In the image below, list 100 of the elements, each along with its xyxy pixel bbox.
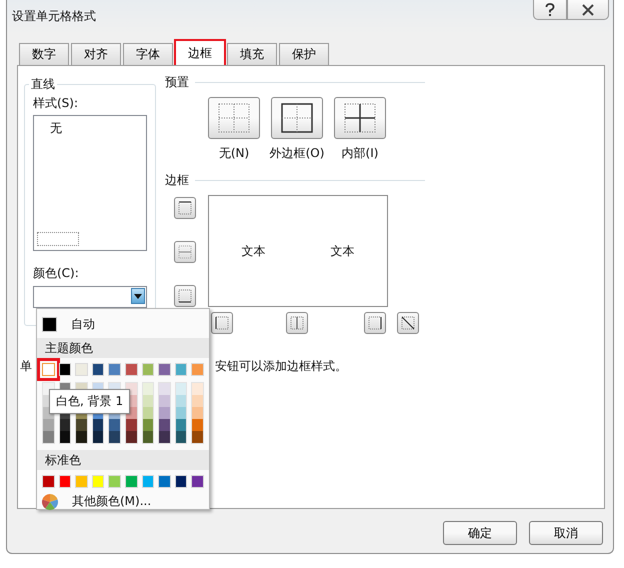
help-button[interactable] [533, 0, 567, 20]
color-swatch[interactable] [174, 363, 188, 376]
palette-section-title: 标准色 [37, 450, 209, 470]
color-swatch[interactable] [174, 475, 188, 488]
color-swatch[interactable] [142, 383, 154, 395]
border-bottom-icon [178, 289, 192, 303]
color-swatch[interactable] [159, 395, 170, 407]
group-title: 直线 [30, 76, 56, 93]
line-style-sample[interactable] [37, 232, 79, 246]
color-swatch[interactable] [159, 431, 170, 443]
color-swatch[interactable] [159, 419, 170, 431]
color-swatch[interactable] [60, 419, 70, 431]
inside-vertical-border-button[interactable] [286, 312, 308, 334]
color-swatch[interactable] [159, 383, 170, 395]
ok-button[interactable]: 确定 [443, 521, 517, 545]
window-title: 设置单元格格式 [12, 8, 96, 25]
color-swatch[interactable] [109, 419, 120, 431]
color-swatch[interactable] [76, 431, 87, 443]
border-left-icon [215, 316, 229, 330]
diagonal-line-icon [401, 316, 415, 330]
color-swatch[interactable] [124, 363, 138, 376]
preset-button[interactable] [271, 97, 323, 139]
more-colors-item[interactable]: 其他颜色(M)... [37, 491, 209, 512]
border-preview[interactable]: 文本 文本 [208, 195, 388, 307]
color-swatch[interactable] [142, 431, 154, 443]
color-swatch[interactable] [142, 395, 154, 407]
color-swatch[interactable] [192, 407, 203, 419]
color-swatch[interactable] [158, 475, 171, 488]
color-swatch[interactable] [43, 419, 54, 431]
border-center-icon [290, 316, 304, 330]
preset-button[interactable] [334, 97, 386, 139]
color-swatch[interactable] [92, 363, 104, 376]
color-swatch[interactable] [43, 431, 54, 443]
color-swatch[interactable] [142, 475, 154, 488]
color-swatch[interactable] [76, 419, 87, 431]
line-style-list[interactable]: 无 [33, 115, 147, 251]
line-style-option[interactable]: 无 [50, 120, 62, 137]
color-swatch[interactable] [75, 475, 88, 488]
color-swatch[interactable] [176, 383, 186, 395]
color-swatch[interactable] [126, 431, 137, 443]
color-swatch[interactable] [108, 475, 121, 488]
color-swatch[interactable] [92, 419, 104, 431]
close-icon [582, 4, 594, 16]
color-swatch[interactable] [159, 407, 170, 419]
color-label: 颜色(C): [33, 265, 80, 282]
border-right-icon [368, 316, 382, 330]
color-swatch[interactable] [108, 363, 121, 376]
preview-text: 文本 [330, 242, 354, 260]
color-swatch[interactable] [192, 383, 203, 395]
tooltip: 白色, 背景 1 [49, 389, 130, 414]
color-swatch[interactable] [75, 363, 88, 376]
preset-label: 内部(I) [342, 145, 378, 162]
tab[interactable]: 字体 [123, 43, 173, 65]
right-border-button[interactable] [364, 312, 386, 334]
section-title: 边框 [165, 172, 189, 189]
palette-section-title: 主题颜色 [37, 338, 209, 358]
hint-text: 安钮可以添加边框样式。 [215, 358, 347, 375]
bottom-border-button[interactable] [174, 285, 196, 307]
color-swatch[interactable] [60, 431, 70, 443]
left-border-button[interactable] [211, 312, 233, 334]
color-swatch[interactable] [176, 407, 186, 419]
diagonal-border-button[interactable] [397, 312, 419, 334]
color-swatch[interactable] [191, 475, 204, 488]
color-swatch[interactable] [142, 419, 154, 431]
color-swatch[interactable] [191, 363, 204, 376]
tab[interactable]: 保护 [279, 43, 329, 65]
color-swatch[interactable] [176, 395, 186, 407]
automatic-color-item[interactable]: 自动 [37, 313, 209, 335]
color-swatch[interactable] [126, 419, 137, 431]
color-swatch[interactable] [192, 431, 203, 443]
color-swatch[interactable] [124, 475, 138, 488]
close-button[interactable] [567, 0, 609, 20]
dropdown-arrow-button[interactable] [131, 288, 145, 304]
color-swatch[interactable] [158, 363, 171, 376]
border-middle-icon [178, 245, 192, 259]
preset-label: 无(N) [218, 145, 250, 162]
color-swatch[interactable] [192, 419, 203, 431]
color-swatch[interactable] [58, 363, 72, 376]
section-title: 预置 [165, 74, 189, 91]
color-swatch[interactable] [58, 475, 72, 488]
tab[interactable]: 数字 [19, 43, 69, 65]
color-swatch[interactable] [176, 419, 186, 431]
inside-horizontal-border-button[interactable] [174, 241, 196, 263]
cancel-button[interactable]: 取消 [529, 521, 603, 545]
color-swatch[interactable] [92, 431, 104, 443]
inside-border-icon [344, 103, 376, 133]
tab[interactable]: 对齐 [71, 43, 121, 65]
color-swatch[interactable] [109, 431, 120, 443]
color-swatch[interactable] [192, 395, 203, 407]
color-swatch[interactable] [142, 363, 154, 376]
outline-border-icon [281, 103, 313, 133]
tab[interactable]: 填充 [227, 43, 277, 65]
preview-text: 文本 [242, 242, 266, 260]
color-dropdown[interactable] [33, 286, 147, 308]
tab[interactable]: 边框 [175, 40, 225, 66]
color-swatch[interactable] [176, 431, 186, 443]
color-swatch[interactable] [142, 407, 154, 419]
top-border-button[interactable] [174, 197, 196, 219]
color-swatch[interactable] [42, 475, 55, 488]
color-swatch[interactable] [92, 475, 104, 488]
